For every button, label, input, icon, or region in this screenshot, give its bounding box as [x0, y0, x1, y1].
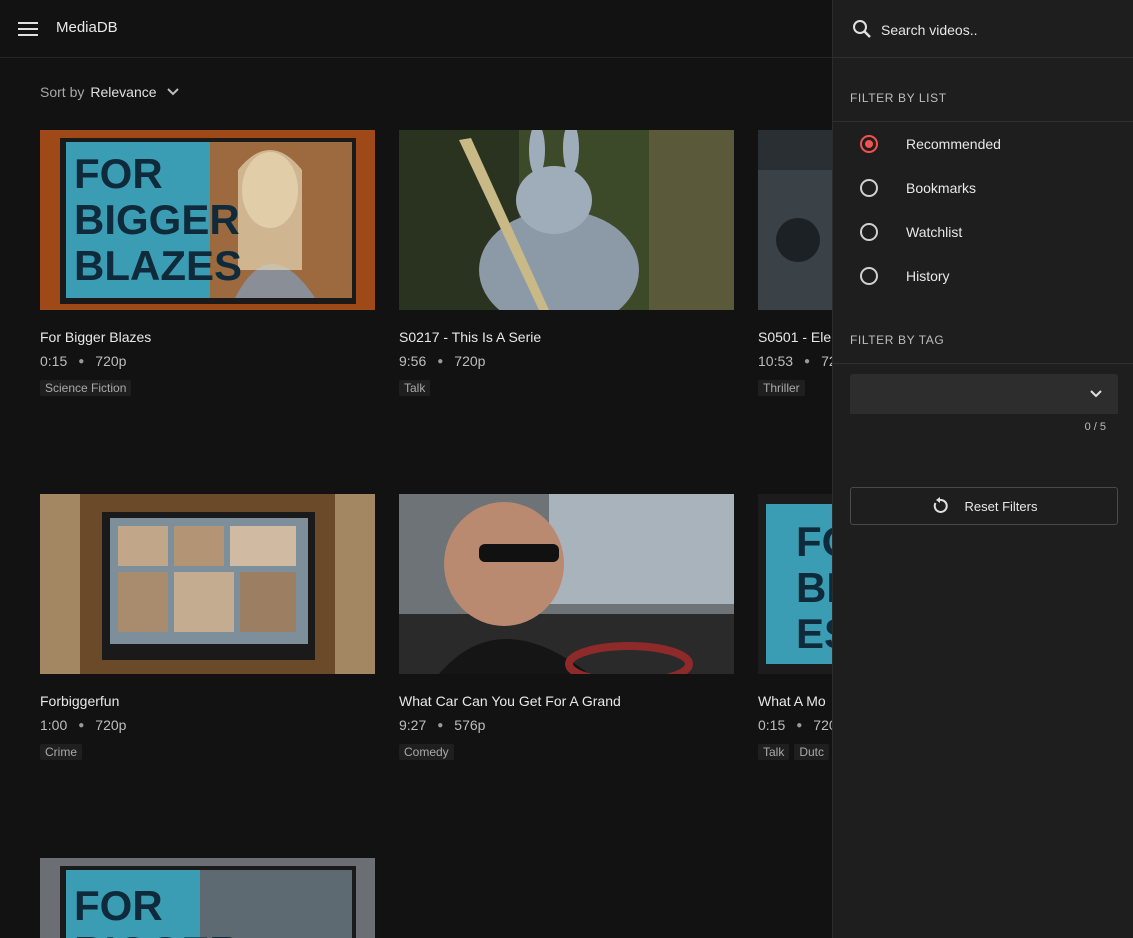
- video-card[interactable]: Forbiggerfun 1:00 ● 720p Crime: [40, 494, 375, 760]
- reset-icon: [933, 497, 948, 513]
- video-thumbnail[interactable]: [40, 494, 375, 674]
- video-quality: 720p: [95, 353, 127, 369]
- tag-list: Crime: [40, 744, 375, 760]
- video-thumbnail[interactable]: [399, 130, 734, 310]
- video-quality: 720p: [95, 717, 127, 733]
- menu-icon: [18, 22, 38, 36]
- separator-dot: ●: [78, 355, 85, 367]
- list-option-watchlist[interactable]: Watchlist: [850, 210, 1120, 254]
- svg-text:FOR: FOR: [74, 882, 163, 929]
- video-meta: 9:56 ● 720p: [399, 353, 734, 369]
- radio-unchecked-icon[interactable]: [860, 179, 878, 197]
- list-option-label: Watchlist: [906, 224, 963, 240]
- tag-chip[interactable]: Dutc: [794, 744, 830, 760]
- tag-list: Science Fiction: [40, 380, 375, 396]
- video-duration: 0:15: [40, 353, 68, 369]
- reset-filters-button[interactable]: Reset Filters: [850, 487, 1118, 525]
- separator-dot: ●: [437, 719, 444, 731]
- radio-checked-icon[interactable]: [860, 135, 878, 153]
- video-thumbnail[interactable]: FOR BIGGER BLAZES: [40, 130, 375, 310]
- sort-control: Sort by Relevance: [40, 84, 179, 100]
- video-duration: 9:56: [399, 353, 427, 369]
- list-option-label: History: [906, 268, 950, 284]
- tag-list: Comedy: [399, 744, 734, 760]
- radio-unchecked-icon[interactable]: [860, 223, 878, 241]
- video-duration: 9:27: [399, 717, 427, 733]
- app-bar: MediaDB: [0, 0, 832, 58]
- chevron-down-icon: [166, 88, 179, 96]
- video-card[interactable]: S0217 - This Is A Serie 9:56 ● 720p Talk: [399, 130, 734, 396]
- video-meta: 1:00 ● 720p: [40, 717, 375, 733]
- video-card[interactable]: FOR BIGGER BLAZES For Bigger Blazes 0:15…: [40, 130, 375, 396]
- svg-text:BIGGER: BIGGER: [74, 196, 240, 243]
- video-card[interactable]: FOR BIGGER: [40, 858, 375, 938]
- video-thumbnail[interactable]: FOR BIGGER: [40, 858, 375, 938]
- video-title[interactable]: For Bigger Blazes: [40, 329, 375, 345]
- svg-text:BIGGER: BIGGER: [74, 928, 240, 938]
- filter-by-list-heading: FILTER BY LIST: [850, 91, 947, 105]
- separator-dot: ●: [804, 355, 811, 367]
- filter-by-tag-heading: FILTER BY TAG: [850, 333, 945, 347]
- video-duration: 10:53: [758, 353, 794, 369]
- tag-chip[interactable]: Crime: [40, 744, 82, 760]
- filter-drawer: FILTER BY LIST Recommended Bookmarks Wat…: [832, 0, 1133, 938]
- search-bar: [833, 0, 1133, 58]
- list-option-label: Recommended: [906, 136, 1001, 152]
- video-meta: 9:27 ● 576p: [399, 717, 734, 733]
- list-option-label: Bookmarks: [906, 180, 977, 196]
- search-input[interactable]: [879, 18, 1113, 42]
- chevron-down-icon: [1090, 390, 1102, 398]
- tag-chip[interactable]: Science Fiction: [40, 380, 132, 396]
- video-title[interactable]: S0217 - This Is A Serie: [399, 329, 734, 345]
- video-duration: 0:15: [758, 717, 786, 733]
- divider: [833, 363, 1133, 364]
- video-duration: 1:00: [40, 717, 68, 733]
- app-title: MediaDB: [56, 19, 118, 36]
- list-option-history[interactable]: History: [850, 254, 1120, 298]
- list-option-recommended[interactable]: Recommended: [850, 122, 1120, 166]
- svg-text:BLAZES: BLAZES: [74, 242, 242, 289]
- search-icon: [853, 20, 871, 38]
- tag-chip[interactable]: Talk: [399, 380, 431, 396]
- sort-label: Sort by: [40, 84, 85, 100]
- video-meta: 0:15 ● 720p: [40, 353, 375, 369]
- list-option-bookmarks[interactable]: Bookmarks: [850, 166, 1120, 210]
- video-thumbnail[interactable]: [399, 494, 734, 674]
- reset-filters-label: Reset Filters: [964, 498, 1038, 514]
- thumbnail-text: FOR: [74, 150, 163, 197]
- video-title[interactable]: Forbiggerfun: [40, 693, 375, 709]
- sort-value: Relevance: [90, 84, 157, 100]
- tag-chip[interactable]: Talk: [758, 744, 790, 760]
- video-title[interactable]: What Car Can You Get For A Grand: [399, 693, 734, 709]
- radio-unchecked-icon[interactable]: [860, 267, 878, 285]
- sort-select[interactable]: Relevance: [90, 84, 179, 100]
- separator-dot: ●: [78, 719, 85, 731]
- video-card[interactable]: What Car Can You Get For A Grand 9:27 ● …: [399, 494, 734, 760]
- tag-chip[interactable]: Comedy: [399, 744, 454, 760]
- tag-select[interactable]: [850, 374, 1118, 414]
- separator-dot: ●: [437, 355, 444, 367]
- tag-chip[interactable]: Thriller: [758, 380, 805, 396]
- video-quality: 576p: [454, 717, 486, 733]
- tag-counter: 0 / 5: [1084, 421, 1106, 433]
- menu-button[interactable]: [14, 15, 42, 43]
- tag-list: Talk: [399, 380, 734, 396]
- video-quality: 720p: [454, 353, 486, 369]
- separator-dot: ●: [796, 719, 803, 731]
